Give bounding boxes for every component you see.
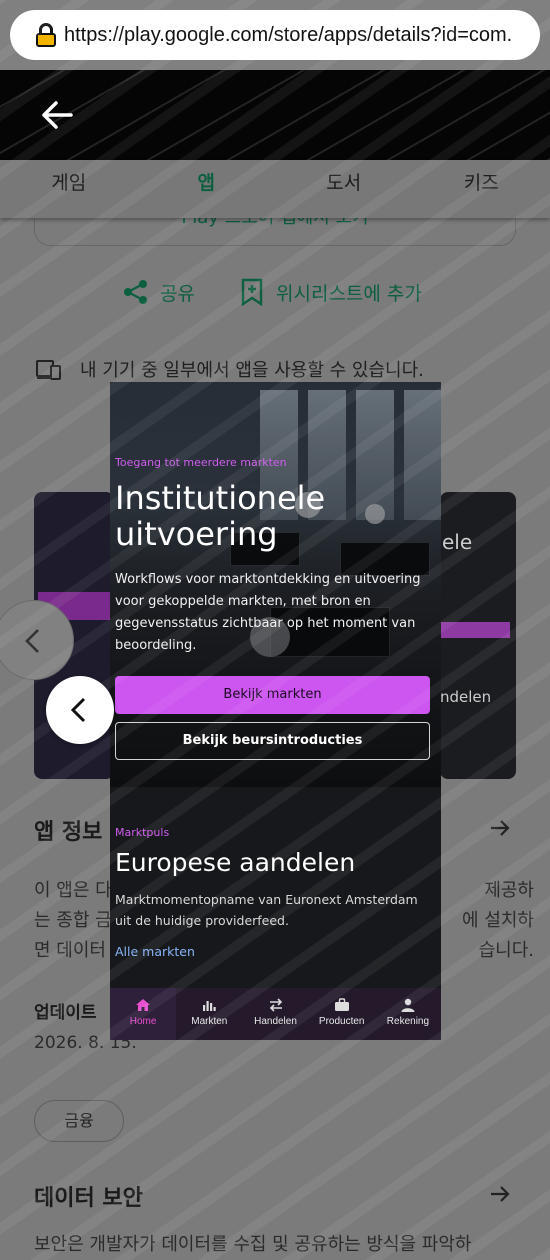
header-watermark — [0, 70, 550, 160]
hero-title: Institutionele uitvoering — [115, 479, 326, 553]
lock-icon — [36, 23, 56, 47]
updated-label: 업데이트 — [34, 1003, 97, 1023]
action-row: 공유 위시리스트에 추가 — [0, 278, 550, 308]
carousel-prev-button[interactable] — [46, 676, 114, 744]
chevron-left-icon — [70, 697, 86, 723]
nav-label-trade: Handelen — [254, 1016, 297, 1027]
view-markets-button[interactable]: Bekijk markten — [115, 676, 430, 714]
thumbnail-accent-bar — [440, 622, 510, 638]
data-safety-heading[interactable]: 데이터 보안 — [34, 1180, 143, 1212]
swap-icon — [269, 998, 282, 1012]
nav-label-home: Home — [129, 1016, 157, 1027]
about-line-3-end: 습니다. — [478, 940, 534, 961]
pulse-body: Marktmomentopname van Euronext Amsterdam… — [115, 892, 418, 928]
share-icon — [124, 280, 147, 304]
bookmark-add-icon — [241, 278, 263, 306]
app-screenshot-preview: Toegang tot meerdere markten Institution… — [110, 382, 441, 1040]
thumbnail-footer-fragment: ndelen — [440, 688, 492, 706]
pulse-eyebrow: Marktpuls — [115, 826, 170, 839]
about-line-1-end: 제공하 — [484, 880, 534, 901]
share-button[interactable]: 공유 — [122, 278, 195, 306]
nav-label-products: Producten — [318, 1016, 365, 1027]
screenshot-thumbnail-right[interactable]: ele ndelen — [440, 492, 516, 779]
nav-item-trade[interactable]: Handelen — [242, 988, 308, 1040]
about-arrow-icon[interactable] — [488, 816, 512, 840]
category-chip[interactable]: 금융 — [34, 1100, 124, 1142]
chart-icon — [203, 1001, 216, 1011]
nav-label-markets: Markten — [191, 1016, 228, 1027]
hero-section: Toegang tot meerdere markten Institution… — [110, 382, 441, 787]
thumbnail-title-fragment: ele — [442, 530, 473, 554]
browser-url-bar: https://play.google.com/store/apps/detai… — [0, 0, 550, 70]
home-icon — [136, 999, 151, 1011]
nav-label-account: Rekening — [386, 1016, 430, 1027]
address-field[interactable]: https://play.google.com/store/apps/detai… — [10, 10, 540, 60]
tab-books[interactable]: 도서 — [275, 160, 413, 218]
nav-item-markets[interactable]: Markten — [176, 988, 242, 1040]
data-safety-arrow-icon[interactable] — [488, 1182, 512, 1206]
hero-body: Workflows voor marktontdekking en uitvoe… — [115, 572, 421, 653]
about-app-heading[interactable]: 앱 정보 — [34, 814, 102, 846]
pulse-title: Europese aandelen — [115, 848, 356, 877]
device-availability-note: 내 기기 중 일부에서 앱을 사용할 수 있습니다. — [36, 356, 424, 382]
url-text: https://play.google.com/store/apps/detai… — [64, 23, 513, 46]
back-arrow-icon[interactable] — [40, 100, 74, 130]
tab-games[interactable]: 게임 — [0, 160, 138, 218]
tab-apps[interactable]: 앱 — [138, 160, 276, 218]
chevron-left-icon — [25, 629, 39, 653]
devices-icon — [36, 360, 61, 380]
data-safety-text: 보안은 개발자가 데이터를 수집 및 공유하는 방식을 파악하 — [34, 1234, 472, 1255]
nav-item-home[interactable]: Home — [110, 988, 177, 1040]
all-markets-link[interactable]: Alle markten — [115, 944, 195, 959]
about-line-2-end: 에 설치하 — [462, 910, 534, 931]
tab-kids[interactable]: 키즈 — [413, 160, 550, 218]
nav-item-products[interactable]: Producten — [309, 988, 375, 1040]
app-bottom-nav: Home Markten Handelen Producten Rekening — [110, 988, 441, 1040]
share-label: 공유 — [160, 282, 195, 305]
nav-item-account[interactable]: Rekening — [375, 988, 441, 1040]
add-to-wishlist-button[interactable]: 위시리스트에 추가 — [240, 278, 422, 306]
category-tabs: 게임 앱 도서 키즈 — [0, 160, 550, 218]
wishlist-label: 위시리스트에 추가 — [276, 282, 422, 305]
hero-eyebrow: Toegang tot meerdere markten — [115, 456, 287, 469]
store-header — [0, 70, 550, 160]
device-note-text: 내 기기 중 일부에서 앱을 사용할 수 있습니다. — [80, 360, 424, 381]
view-ipos-button[interactable]: Bekijk beursintroducties — [115, 722, 430, 760]
person-icon — [401, 998, 415, 1012]
briefcase-icon — [334, 998, 349, 1011]
